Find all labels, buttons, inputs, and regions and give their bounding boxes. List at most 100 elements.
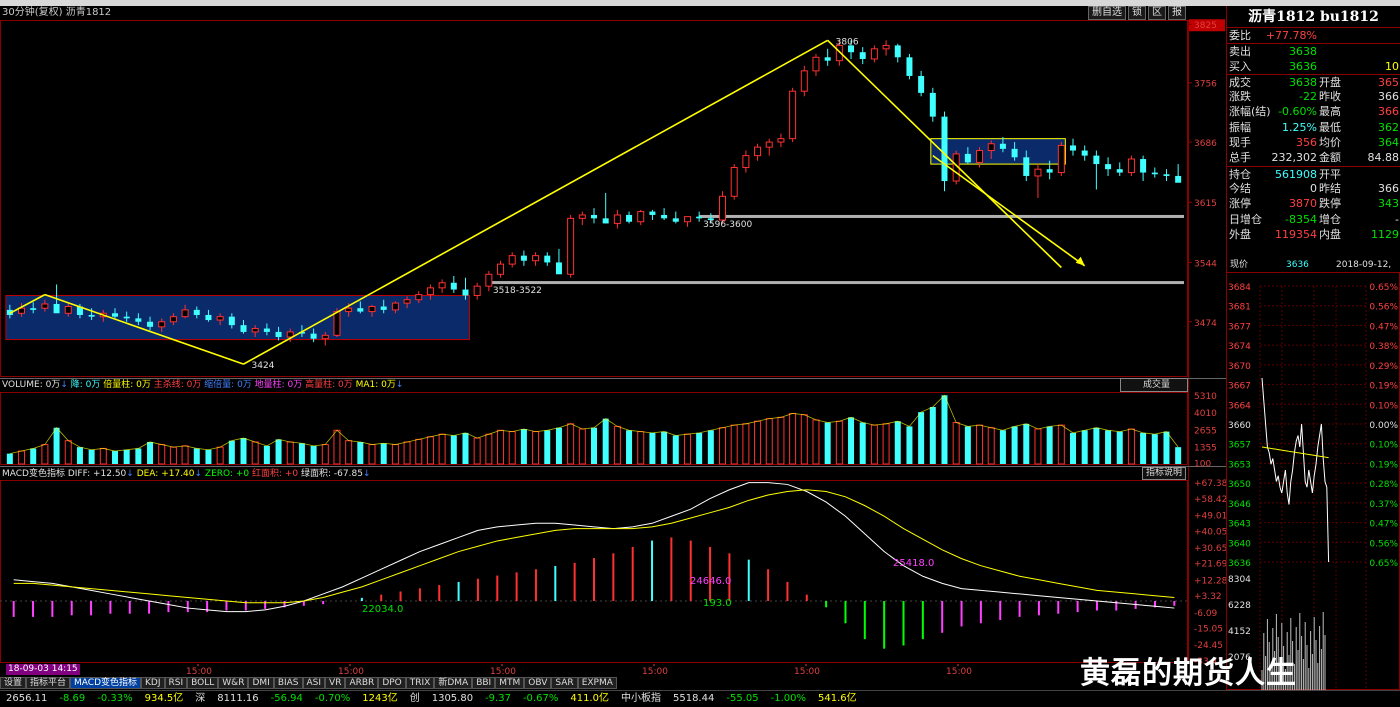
indicator-tab[interactable]: BBI (472, 677, 496, 689)
indicator-tab[interactable]: RSI (164, 677, 188, 689)
volume-bar (555, 427, 562, 464)
candle-body (333, 311, 341, 336)
quote-cell: 内盘 (1319, 227, 1341, 241)
indicator-tab[interactable]: MTM (495, 677, 525, 689)
quote-cell: 364 (1378, 136, 1399, 150)
indicator-value: ↓ (60, 380, 68, 390)
candle-body (906, 57, 913, 76)
indicator-tab[interactable]: OBV (524, 677, 552, 689)
indicator-tab[interactable]: BOLL (187, 677, 219, 689)
indicator-help-button[interactable]: 指标说明 (1142, 467, 1186, 480)
quote-row: 卖出 3638 (1227, 43, 1400, 58)
chart-tool-button[interactable]: 锁 (1128, 6, 1146, 20)
candle-body (555, 262, 562, 275)
quote-cell: 涨停 (1229, 197, 1251, 211)
candle-body (789, 90, 797, 140)
index-stat: -55.05 (726, 693, 759, 704)
volume-bar (135, 448, 142, 464)
indicator-tab[interactable]: 新DMA (434, 677, 473, 689)
quote-cell: 366 (1378, 90, 1399, 104)
support1-annotation: 3596-3600 (703, 220, 752, 230)
volume-bar (169, 446, 177, 465)
indicator-tab[interactable]: 指标平台 (26, 677, 71, 689)
tick-label: 现价 (1230, 260, 1249, 270)
candle-body (216, 316, 224, 321)
volume-indicator-select[interactable]: 成交量 (1120, 378, 1188, 392)
volume-bar (1151, 434, 1158, 464)
candle-body (626, 214, 633, 222)
macd-indicator-header: MACD变色指标 DIFF: +12.50↓ DEA: +17.40↓ ZERO… (2, 467, 370, 481)
candle-body (882, 44, 890, 50)
candle-body (275, 331, 282, 338)
crosshair-date-tag: 18-09-03 14:15 (6, 664, 80, 675)
tick-pct-label: 0.00% (1369, 421, 1398, 431)
macd-axis-label: +30.65 (1194, 544, 1226, 554)
chart-tool-button[interactable]: 报 (1168, 6, 1186, 20)
volume-bar (987, 427, 995, 465)
tick-price-label: 3684 (1228, 283, 1251, 293)
indicator-value: MACD变色指标 DIFF: +12.50 (2, 469, 127, 479)
volume-bar (41, 444, 49, 465)
quote-cell: -8354 (1285, 212, 1317, 226)
intraday-tick-chart[interactable]: 3684 0.65% 3681 0.56% 3677 0.47% 3674 0.38% 3670… (1226, 272, 1400, 690)
volume-bar (602, 418, 609, 464)
indicator-tab[interactable]: KDJ (141, 677, 165, 689)
indicator-tab[interactable]: EXPMA (577, 677, 617, 689)
indicator-tab[interactable]: VR (325, 677, 346, 689)
volume-bar (53, 427, 60, 464)
candle-body (800, 70, 808, 92)
indicator-tab[interactable]: DMI (248, 677, 274, 689)
volume-bar (391, 444, 399, 465)
indicator-tab[interactable]: BIAS (273, 677, 303, 689)
volume-bar (403, 441, 411, 465)
volume-bar (333, 429, 341, 465)
indicator-tab[interactable]: ARBR (345, 677, 379, 689)
volume-axis-label: 4010 (1194, 409, 1217, 419)
volume-bar (205, 449, 212, 464)
candle-body (30, 308, 37, 310)
macd-area-label: 22034.0 (362, 604, 403, 615)
candle-body (742, 155, 750, 168)
quote-cell: -22 (1299, 90, 1317, 104)
tick-pct-label: 0.37% (1369, 500, 1398, 510)
indicator-tab[interactable]: 设置 (0, 677, 27, 689)
quote-cell: 今结 (1229, 181, 1251, 195)
candle-body (1175, 175, 1182, 183)
volume-bar (321, 444, 329, 465)
time-axis-label: 15:00 (946, 667, 972, 677)
indicator-tab[interactable]: SAR (551, 677, 578, 689)
candle-body (450, 282, 457, 290)
volume-bar (76, 447, 83, 464)
chart-canvas[interactable]: 3825 3756 3686 3615 3544 3474 3806 3424 3596-360… (0, 0, 1226, 690)
candle-body (613, 214, 621, 224)
candle-body (240, 325, 247, 332)
index-stat: 深 (195, 693, 206, 704)
indicator-tab[interactable]: ASI (302, 677, 326, 689)
quote-row: 委比 +77.78% (1227, 28, 1400, 43)
quote-row: 涨跌 -22 昨收 366 (1227, 89, 1400, 104)
candle-body (567, 217, 575, 275)
time-axis-label: 15:00 (642, 667, 668, 677)
indicator-tab[interactable]: MACD变色指标 (70, 677, 142, 689)
indicator-tab[interactable]: W&R (218, 677, 249, 689)
candle-body (321, 334, 329, 340)
candle-body (976, 150, 984, 163)
tick-price-label: 3664 (1228, 401, 1251, 411)
candle-body (380, 306, 387, 310)
volume-bar (661, 431, 668, 464)
volume-bar (859, 422, 866, 464)
volume-bar (228, 440, 235, 464)
tick-price-label: 3643 (1228, 520, 1251, 530)
candle-body (999, 143, 1006, 149)
high-annotation: 3806 (836, 37, 859, 47)
index-stat: -0.70% (314, 693, 351, 704)
author-watermark: 黄磊的期货人生 (1080, 656, 1297, 691)
volume-bar (835, 420, 843, 465)
quote-cell (1317, 28, 1347, 43)
chart-tool-button[interactable]: 区 (1148, 6, 1166, 20)
volume-axis-label: 1355 (1194, 443, 1217, 453)
chart-tool-button[interactable]: 删自选 (1088, 6, 1126, 20)
quote-cell: 金额 (1319, 151, 1341, 165)
indicator-tab[interactable]: DPO (378, 677, 406, 689)
indicator-tab[interactable]: TRIX (405, 677, 435, 689)
